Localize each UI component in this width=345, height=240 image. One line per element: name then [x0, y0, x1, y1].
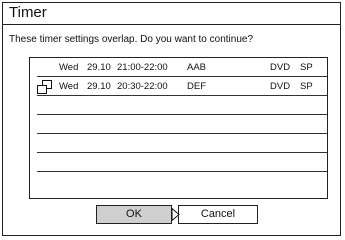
timer-row[interactable]: [37, 173, 327, 191]
cursor-arrow-icon: [171, 208, 180, 221]
row-date: 29.10: [87, 62, 111, 73]
timer-row[interactable]: [37, 154, 327, 172]
row-time: 21:00-22:00: [117, 62, 168, 73]
row-channel: AAB: [187, 62, 207, 73]
row-channel: DEF: [187, 81, 206, 92]
timer-row[interactable]: [37, 135, 327, 153]
row-mode: SP: [300, 62, 313, 73]
timer-row[interactable]: Wed 29.10 21:00-22:00 AAB DVD SP: [37, 59, 327, 77]
ok-button[interactable]: OK: [96, 205, 172, 224]
row-date: 29.10: [87, 81, 111, 92]
overlap-message: These timer settings overlap. Do you wan…: [9, 34, 254, 45]
timer-row[interactable]: Wed 29.10 20:30-22:00 DEF DVD SP: [37, 78, 327, 96]
dialog-title: Timer: [9, 4, 47, 21]
row-day: Wed: [59, 81, 79, 92]
cancel-button[interactable]: Cancel: [178, 205, 258, 224]
dialog-titlebar: Timer: [3, 3, 340, 25]
timer-dialog: Timer These timer settings overlap. Do y…: [2, 2, 341, 236]
row-mode: SP: [300, 81, 313, 92]
timer-row[interactable]: [37, 116, 327, 134]
row-media: DVD: [270, 62, 291, 73]
timer-list: Wed 29.10 21:00-22:00 AAB DVD SP Wed 29.…: [29, 57, 328, 199]
row-day: Wed: [59, 62, 79, 73]
timer-row[interactable]: [37, 97, 327, 115]
overlap-icon: [37, 80, 52, 94]
row-time: 20:30-22:00: [117, 81, 168, 92]
row-media: DVD: [270, 81, 291, 92]
